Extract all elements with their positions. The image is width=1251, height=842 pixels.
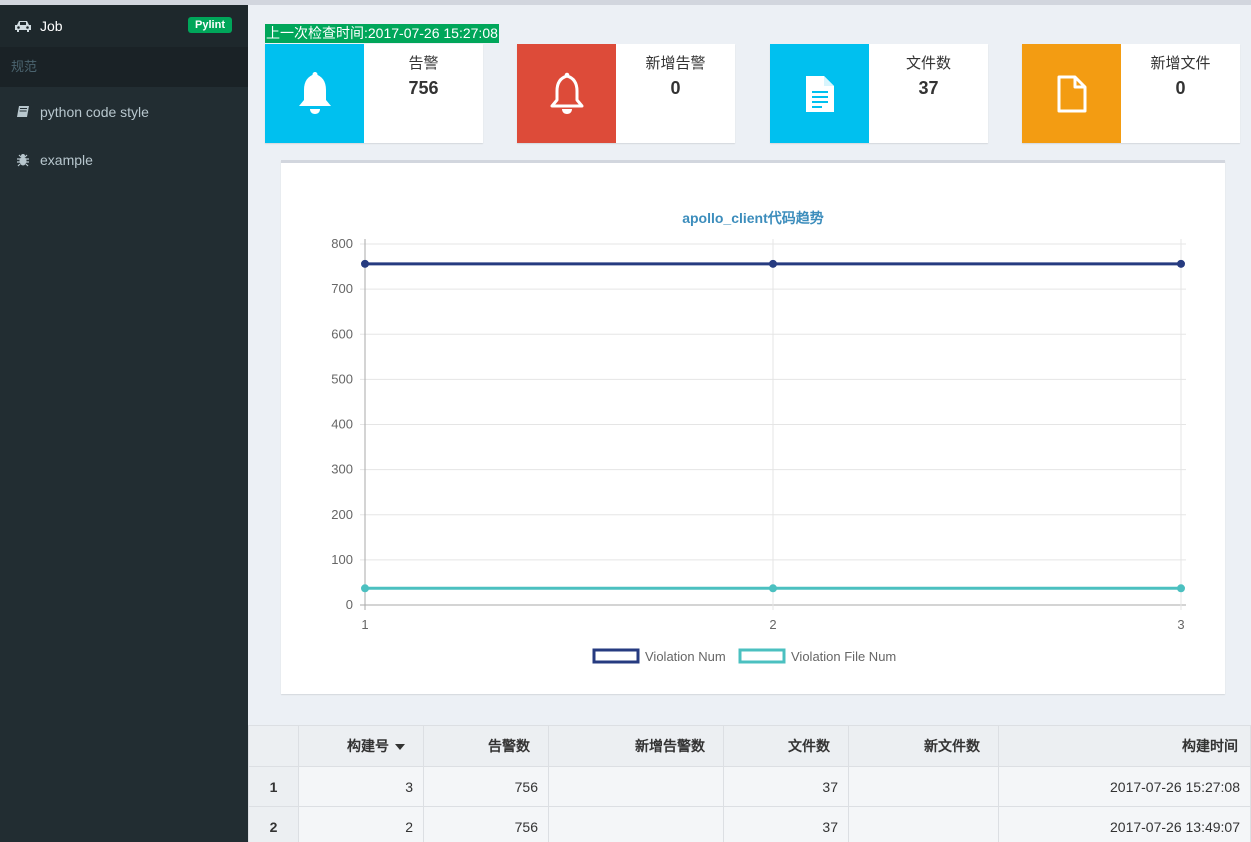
column-header-new-files[interactable]: 新文件数	[848, 725, 999, 767]
pylint-badge: Pylint	[188, 17, 232, 33]
build-table: 构建号 告警数 新增告警数 文件数 新文件数 构建时间 1 3 756 37 2…	[248, 725, 1251, 842]
column-header-label: 构建号	[347, 738, 389, 754]
cell-new-files	[848, 806, 999, 842]
y-tick-label: 200	[331, 507, 353, 522]
y-tick-label: 800	[331, 236, 353, 251]
sidebar-item-job-label: Job	[40, 18, 63, 34]
y-tick-label: 600	[331, 326, 353, 341]
cell-build-time: 2017-07-26 13:49:07	[998, 806, 1251, 842]
row-number: 1	[248, 766, 299, 807]
y-tick-label: 500	[331, 371, 353, 386]
card-files: 文件数 37	[770, 44, 988, 143]
data-point	[1177, 584, 1185, 593]
card-value: 0	[670, 78, 681, 98]
cell-new-files	[848, 766, 999, 807]
file-outline-icon	[1022, 44, 1121, 143]
bell-icon	[265, 44, 364, 143]
cell-alerts: 756	[423, 806, 549, 842]
card-label: 文件数	[905, 55, 951, 72]
table-row[interactable]: 1 3 756 37 2017-07-26 15:27:08	[248, 766, 1251, 807]
data-point	[361, 584, 369, 593]
column-header-build[interactable]: 构建号	[298, 725, 424, 767]
legend-label: Violation File Num	[791, 649, 896, 664]
x-tick-label: 2	[769, 617, 776, 632]
column-header-build-time[interactable]: 构建时间	[998, 725, 1251, 767]
cell-new-alerts	[548, 806, 724, 842]
legend-swatch	[738, 648, 786, 664]
card-new-alerts: 新增告警 0	[517, 44, 735, 143]
sidebar-item-label: example	[40, 152, 93, 168]
card-label: 告警	[408, 55, 439, 72]
car-icon	[14, 19, 32, 33]
book-icon	[14, 105, 32, 119]
cell-new-alerts	[548, 766, 724, 807]
y-tick-label: 400	[331, 417, 353, 432]
y-tick-label: 700	[331, 281, 353, 296]
cell-build: 3	[298, 766, 424, 807]
row-number-header	[248, 725, 299, 767]
card-value: 37	[918, 78, 939, 98]
sidebar-item-example[interactable]: example	[0, 140, 248, 180]
x-tick-label: 1	[361, 617, 368, 632]
data-point	[769, 584, 777, 593]
y-tick-label: 300	[331, 462, 353, 477]
sidebar-item-label: python code style	[40, 104, 149, 120]
card-value: 756	[408, 78, 439, 98]
data-point	[1177, 259, 1185, 268]
card-value: 0	[1175, 78, 1186, 98]
sort-desc-icon[interactable]	[395, 744, 405, 751]
cell-files: 37	[723, 806, 849, 842]
file-text-icon	[770, 44, 869, 143]
data-point	[769, 259, 777, 268]
trend-chart: 0 100 200 300 400 500 600 700 800 1 2 3 Violation Nu…	[331, 236, 1186, 664]
table-row[interactable]: 2 2 756 37 2017-07-26 13:49:07	[248, 806, 1251, 842]
x-tick-label: 3	[1177, 617, 1184, 632]
row-number: 2	[248, 806, 299, 842]
cell-build: 2	[298, 806, 424, 842]
sidebar-section-header: 规范	[0, 47, 248, 87]
card-new-files: 新增文件 0	[1022, 44, 1240, 143]
y-tick-label: 0	[346, 597, 353, 612]
column-header-files[interactable]: 文件数	[723, 725, 849, 767]
legend-label: Violation Num	[645, 649, 726, 664]
data-point	[361, 259, 369, 268]
card-label: 新增文件	[1150, 55, 1211, 72]
column-header-new-alerts[interactable]: 新增告警数	[548, 725, 724, 767]
sidebar: Job Pylint 规范 python code style example	[0, 5, 248, 842]
card-alerts: 告警 756	[265, 44, 483, 143]
cell-alerts: 756	[423, 766, 549, 807]
sidebar-item-job[interactable]: Job Pylint	[0, 5, 248, 47]
legend-swatch	[592, 648, 640, 664]
bug-icon	[14, 153, 32, 167]
bell-outline-icon	[517, 44, 616, 143]
table-header-row: 构建号 告警数 新增告警数 文件数 新文件数 构建时间	[248, 725, 1251, 767]
column-header-alerts[interactable]: 告警数	[423, 725, 549, 767]
cell-build-time: 2017-07-26 15:27:08	[998, 766, 1251, 807]
trend-chart-box: apollo_client代码趋势 0 100 200 300 400 500 600 700…	[281, 160, 1225, 694]
y-tick-label: 100	[331, 552, 353, 567]
cell-files: 37	[723, 766, 849, 807]
card-label: 新增告警	[645, 55, 706, 72]
last-check-time: 上一次检查时间:2017-07-26 15:27:08	[265, 24, 499, 43]
sidebar-item-python-code-style[interactable]: python code style	[0, 92, 248, 132]
